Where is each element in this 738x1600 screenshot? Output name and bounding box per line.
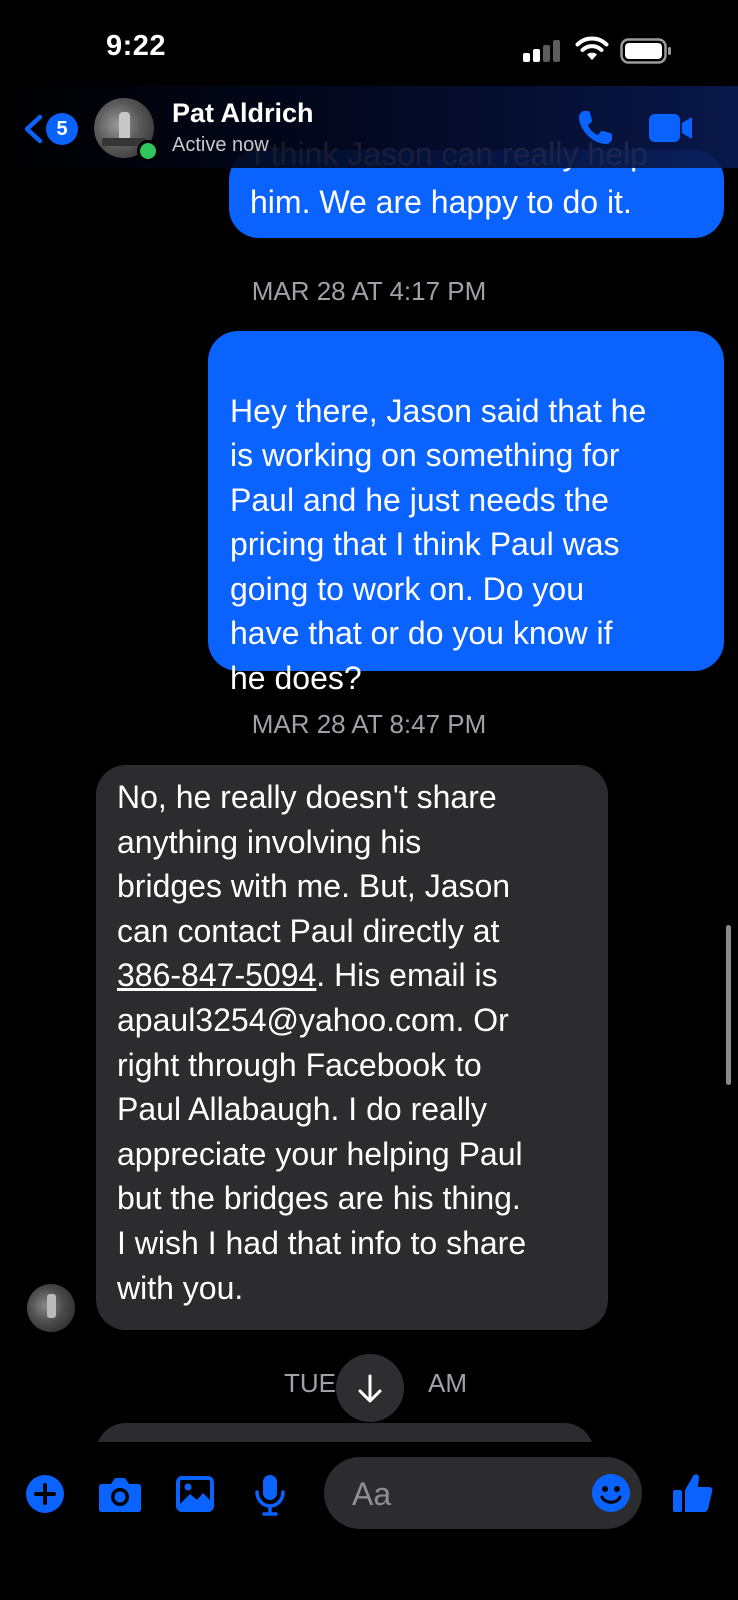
image-icon[interactable]	[175, 1474, 215, 1514]
phone-icon[interactable]	[575, 108, 615, 148]
message-text: No, he really doesn't share anything inv…	[117, 779, 511, 949]
message-text: . His email is	[316, 957, 498, 994]
status-bar: 9:22	[0, 0, 738, 96]
outgoing-message[interactable]: Hey there, Jason said that he is working…	[208, 331, 724, 696]
contact-name[interactable]: Pat Aldrich	[172, 98, 314, 129]
status-time: 9:22	[106, 30, 167, 62]
scrollbar[interactable]	[726, 925, 731, 1085]
back-chevron-icon	[24, 114, 43, 144]
online-status-dot	[137, 140, 159, 162]
message-input[interactable]	[350, 1471, 584, 1517]
wifi-icon	[575, 36, 609, 60]
arrow-down-icon	[358, 1374, 382, 1403]
camera-icon[interactable]	[98, 1474, 142, 1514]
message-timestamp: MAR 28 AT 4:17 PM	[251, 276, 487, 306]
scroll-to-bottom-button[interactable]	[336, 1354, 404, 1422]
sender-avatar[interactable]	[27, 1284, 75, 1332]
battery-icon	[620, 38, 671, 64]
message-input-field[interactable]	[324, 1457, 642, 1529]
plus-icon[interactable]	[25, 1474, 65, 1514]
message-text: apaul3254@yahoo.com. Or right through Fa…	[117, 1001, 527, 1306]
cellular-signal-icon	[523, 40, 561, 62]
phone-number-link[interactable]: 386-847-5094	[117, 957, 316, 993]
contact-status: Active now	[172, 134, 269, 156]
message-text: him. We are happy to do it.	[250, 184, 632, 220]
conversation-header: 5 Pat Aldrich Active now	[0, 86, 738, 168]
emoji-icon[interactable]	[591, 1473, 631, 1513]
message-text: Hey there, Jason said that he is working…	[230, 392, 647, 696]
microphone-icon[interactable]	[254, 1474, 286, 1516]
composer-bar	[0, 1442, 738, 1600]
back-button[interactable]: 5	[22, 112, 80, 146]
incoming-message[interactable]: No, he really doesn't share anything inv…	[96, 765, 608, 1330]
video-icon[interactable]	[648, 112, 694, 144]
thumbs-up-icon[interactable]	[672, 1472, 714, 1514]
message-timestamp: MAR 28 AT 8:47 PM	[251, 709, 487, 739]
unread-count-badge: 5	[46, 113, 78, 145]
